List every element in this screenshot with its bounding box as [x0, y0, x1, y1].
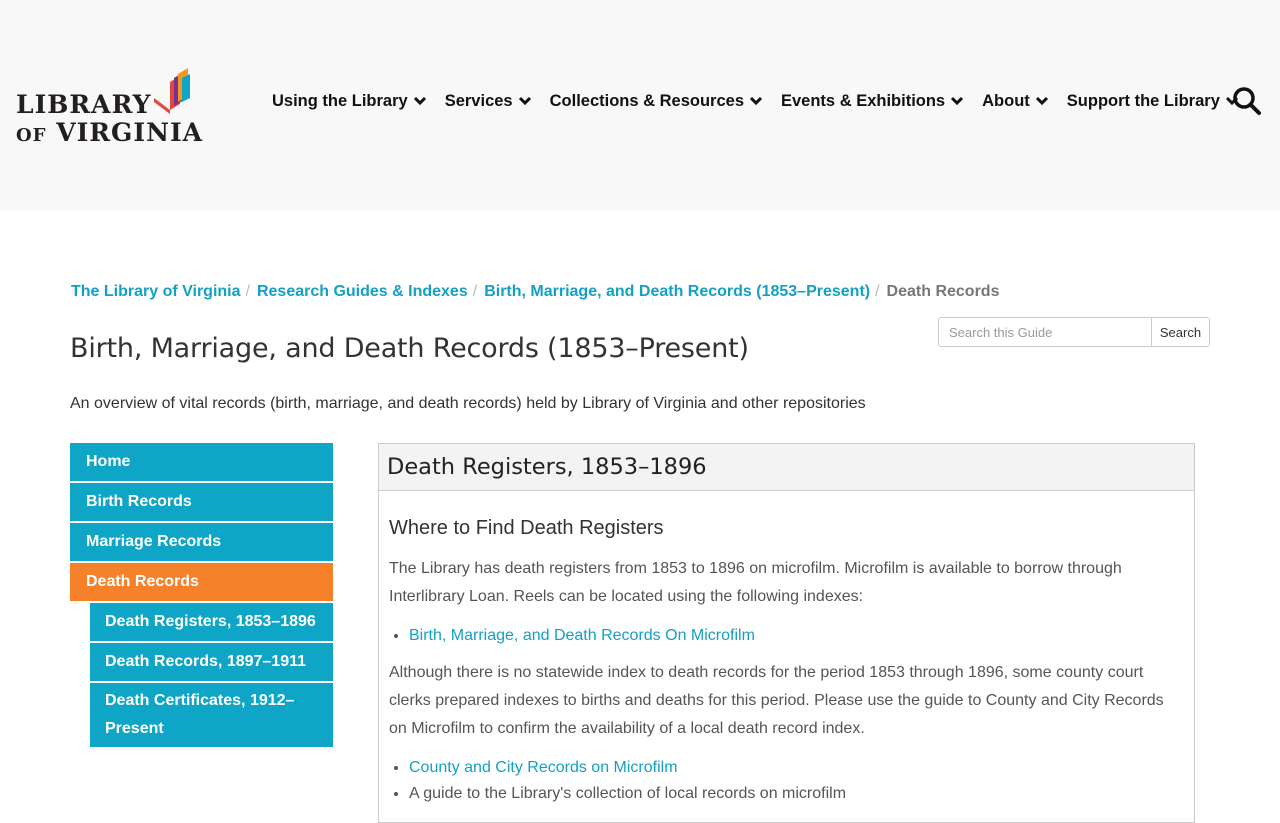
sidebar-item-death-records[interactable]: Death Records: [70, 563, 333, 601]
nav-label: Services: [444, 91, 513, 110]
chevron-down-icon: [749, 96, 763, 106]
logo-line2-main: VIRGINIA: [56, 118, 204, 147]
content-box-body: Where to Find Death Registers The Librar…: [379, 515, 1194, 807]
guide-description: An overview of vital records (birth, mar…: [70, 395, 866, 412]
library-of-virginia-logo[interactable]: LIBRARY OF VIRGINIA: [16, 68, 202, 148]
content-box-title: Death Registers, 1853–1896: [387, 454, 707, 480]
paragraph-2: Although there is no statewide index to …: [389, 664, 1164, 737]
sidebar-subitem-death-registers[interactable]: Death Registers, 1853–1896: [90, 603, 333, 641]
sidebar-item-marriage-records[interactable]: Marriage Records: [70, 523, 333, 561]
link-list-2: County and City Records on Microfilm A g…: [389, 755, 1184, 807]
nav-label: Collections & Resources: [549, 91, 744, 110]
content-box-header: Death Registers, 1853–1896: [379, 444, 1194, 491]
breadcrumb-library-of-virginia[interactable]: The Library of Virginia: [71, 283, 241, 301]
guide-side-nav: Home Birth Records Marriage Records Deat…: [70, 443, 333, 749]
chevron-down-icon: [1035, 96, 1048, 106]
nav-collections-resources[interactable]: Collections & Resources: [550, 92, 763, 111]
list-item: County and City Records on Microfilm: [409, 755, 1184, 781]
list-item: Birth, Marriage, and Death Records On Mi…: [409, 623, 1184, 649]
logo-line1: LIBRARY: [16, 90, 152, 119]
guide-search-button[interactable]: Search: [1151, 317, 1210, 347]
site-header: LIBRARY OF VIRGINIA Using the Library Se…: [0, 0, 1280, 211]
link-county-city-records[interactable]: County and City Records on Microfilm: [409, 759, 678, 776]
breadcrumb-current: Death Records: [886, 283, 1000, 300]
nav-services[interactable]: Services: [445, 92, 532, 111]
breadcrumb: The Library of Virginia / Research Guide…: [71, 283, 999, 301]
breadcrumb-separator: /: [245, 283, 250, 300]
sidebar-item-home[interactable]: Home: [70, 443, 333, 481]
content-box: Death Registers, 1853–1896 Where to Find…: [378, 443, 1195, 823]
chevron-down-icon: [413, 96, 426, 106]
sidebar-subitem-death-certificates[interactable]: Death Certificates, 1912–Present: [90, 683, 333, 747]
breadcrumb-vital-records-guide[interactable]: Birth, Marriage, and Death Records (1853…: [484, 283, 870, 301]
nav-events-exhibitions[interactable]: Events & Exhibitions: [781, 92, 964, 111]
nav-using-the-library[interactable]: Using the Library: [272, 92, 427, 111]
main-nav: Using the Library Services Collections &…: [272, 88, 1257, 114]
page-title: Birth, Marriage, and Death Records (1853…: [70, 333, 749, 364]
sidebar-item-birth-records[interactable]: Birth Records: [70, 483, 333, 521]
breadcrumb-separator: /: [875, 283, 880, 300]
paragraph-1: The Library has death registers from 185…: [389, 560, 1122, 605]
chevron-down-icon: [951, 96, 964, 106]
book-logo-icon: [154, 68, 190, 114]
search-icon[interactable]: [1232, 86, 1262, 116]
sidebar-subitem-death-records-1897[interactable]: Death Records, 1897–1911: [90, 643, 333, 681]
chevron-down-icon: [518, 96, 531, 106]
link-vital-records-microfilm[interactable]: Birth, Marriage, and Death Records On Mi…: [409, 627, 755, 644]
guide-search-form: Search: [938, 317, 1210, 347]
list-item: A guide to the Library's collection of l…: [409, 781, 1184, 807]
link-list-1: Birth, Marriage, and Death Records On Mi…: [389, 623, 1184, 649]
section-heading: Where to Find Death Registers: [389, 517, 664, 539]
nav-label: Support the Library: [1066, 91, 1220, 110]
nav-label: Events & Exhibitions: [781, 91, 946, 110]
logo-line2-prefix: OF: [16, 125, 47, 146]
nav-label: About: [982, 91, 1030, 110]
logo-line2: OF VIRGINIA: [16, 118, 203, 147]
breadcrumb-separator: /: [472, 283, 478, 300]
breadcrumb-research-guides[interactable]: Research Guides & Indexes: [257, 283, 468, 301]
nav-support-the-library[interactable]: Support the Library: [1067, 92, 1239, 111]
guide-search-input[interactable]: [938, 317, 1151, 347]
nav-about[interactable]: About: [982, 92, 1049, 111]
link-description: A guide to the Library's collection of l…: [409, 785, 847, 802]
nav-label: Using the Library: [272, 91, 408, 110]
